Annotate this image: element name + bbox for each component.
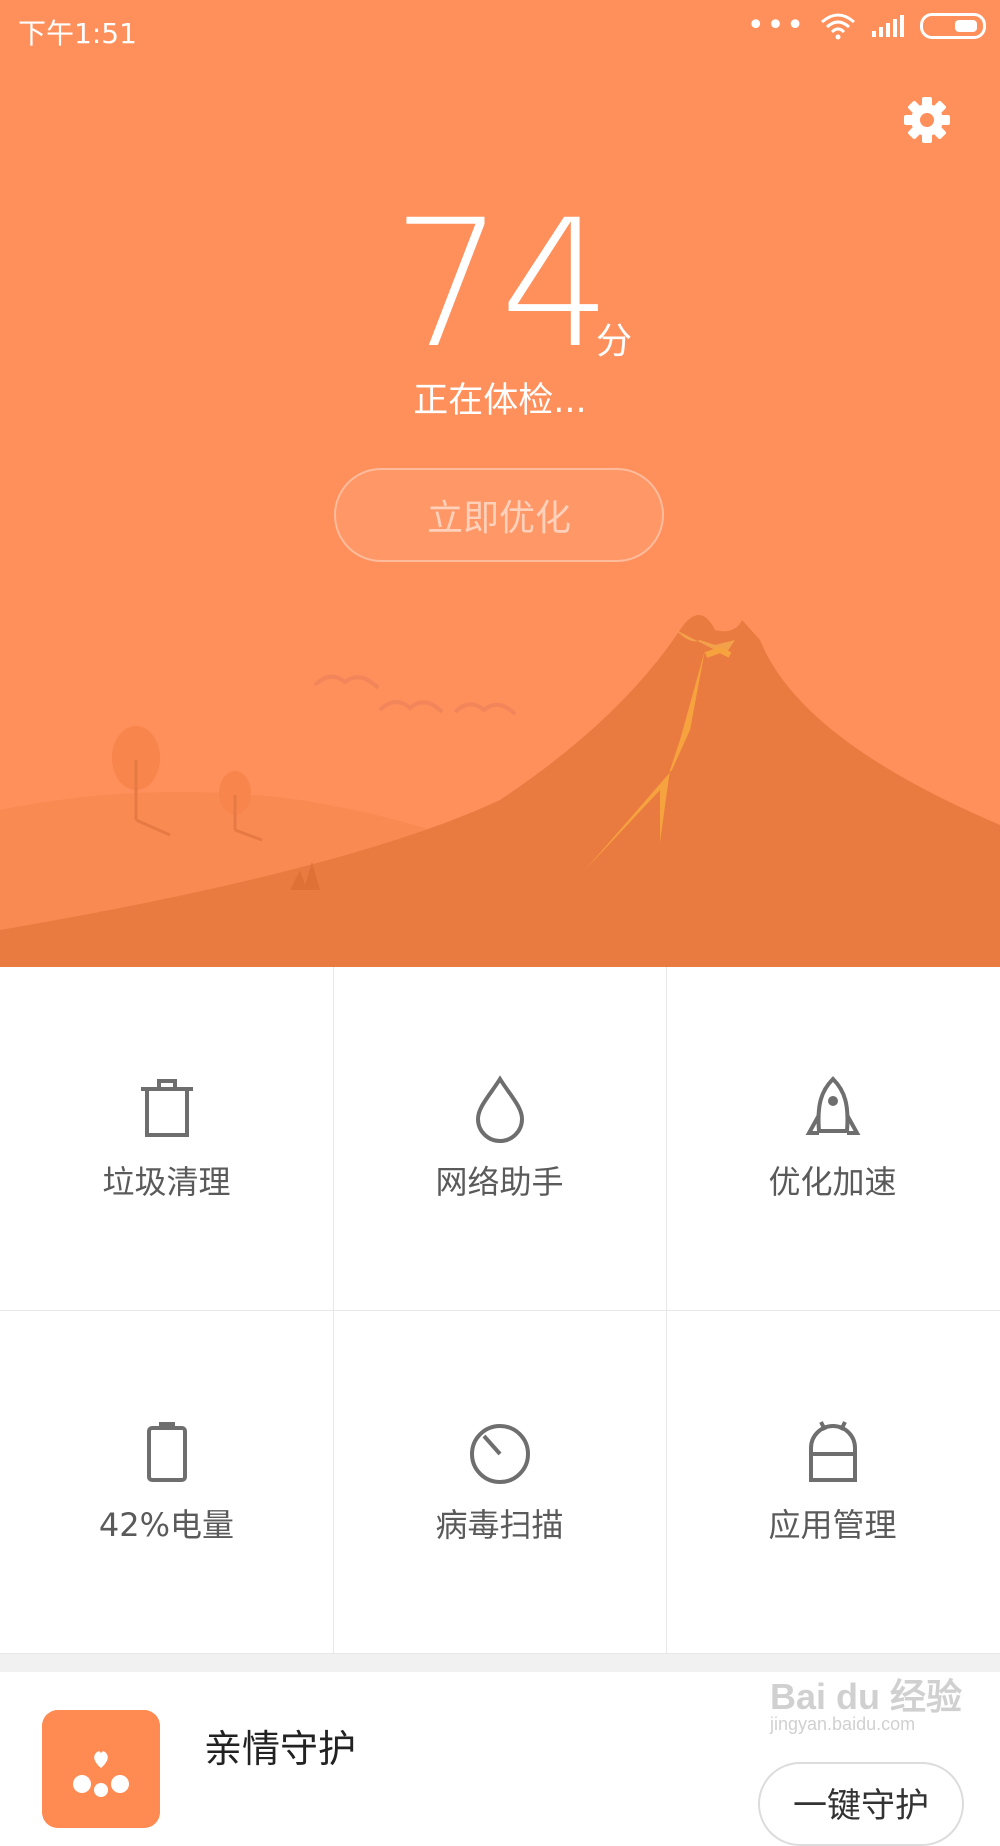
- feature-label: 42%电量: [98, 1505, 235, 1544]
- family-guard-title: 亲情守护: [204, 1727, 357, 1771]
- feature-virus-scan[interactable]: 病毒扫描: [333, 1310, 666, 1653]
- feature-junk-clean[interactable]: 垃圾清理: [0, 967, 333, 1310]
- score-display: 74 分: [0, 197, 1000, 373]
- watermark-text: Bai du 经验: [770, 1676, 963, 1717]
- wifi-icon: [821, 13, 855, 40]
- optimize-button[interactable]: 立即优化: [334, 468, 664, 562]
- scan-status: 正在体检...: [413, 381, 587, 421]
- gear-icon[interactable]: [902, 95, 952, 145]
- drop-icon: [475, 1074, 524, 1143]
- score-value: 74: [392, 182, 612, 387]
- watermark: Bai du 经验 jingyan.baidu.com: [770, 1668, 970, 1734]
- feature-battery[interactable]: 42%电量: [0, 1310, 333, 1653]
- feature-label: 应用管理: [768, 1505, 897, 1544]
- feature-label: 垃圾清理: [102, 1162, 231, 1201]
- feature-network-assistant[interactable]: 网络助手: [333, 967, 666, 1310]
- feature-label: 网络助手: [435, 1162, 564, 1201]
- status-bar: 下午1:51 •••: [0, 0, 1000, 60]
- score-unit: 分: [596, 321, 633, 362]
- signal-icon: [872, 15, 904, 37]
- hero-section: 下午1:51 ••• 74 分 正在体检... 立即优化: [0, 0, 1000, 967]
- feature-label: 病毒扫描: [435, 1505, 564, 1544]
- status-icons: •••: [746, 8, 986, 43]
- battery-icon: [146, 1421, 187, 1482]
- feature-speed-up[interactable]: 优化加速: [666, 967, 999, 1310]
- battery-icon: [920, 13, 986, 39]
- landscape-illustration: [0, 615, 1000, 967]
- status-time: 下午1:51: [18, 17, 137, 50]
- grid-divider: [0, 1310, 1000, 1311]
- watermark-url: jingyan.baidu.com: [770, 1714, 916, 1734]
- one-key-guard-button[interactable]: 一键守护: [758, 1762, 964, 1846]
- android-icon: [808, 1420, 857, 1482]
- feature-app-manager[interactable]: 应用管理: [666, 1310, 999, 1653]
- scan-icon: [469, 1423, 530, 1484]
- trash-icon: [140, 1078, 193, 1137]
- rocket-icon: [805, 1075, 860, 1135]
- feature-label: 优化加速: [768, 1162, 897, 1201]
- family-icon: [42, 1710, 160, 1828]
- more-dots-icon: •••: [746, 8, 806, 43]
